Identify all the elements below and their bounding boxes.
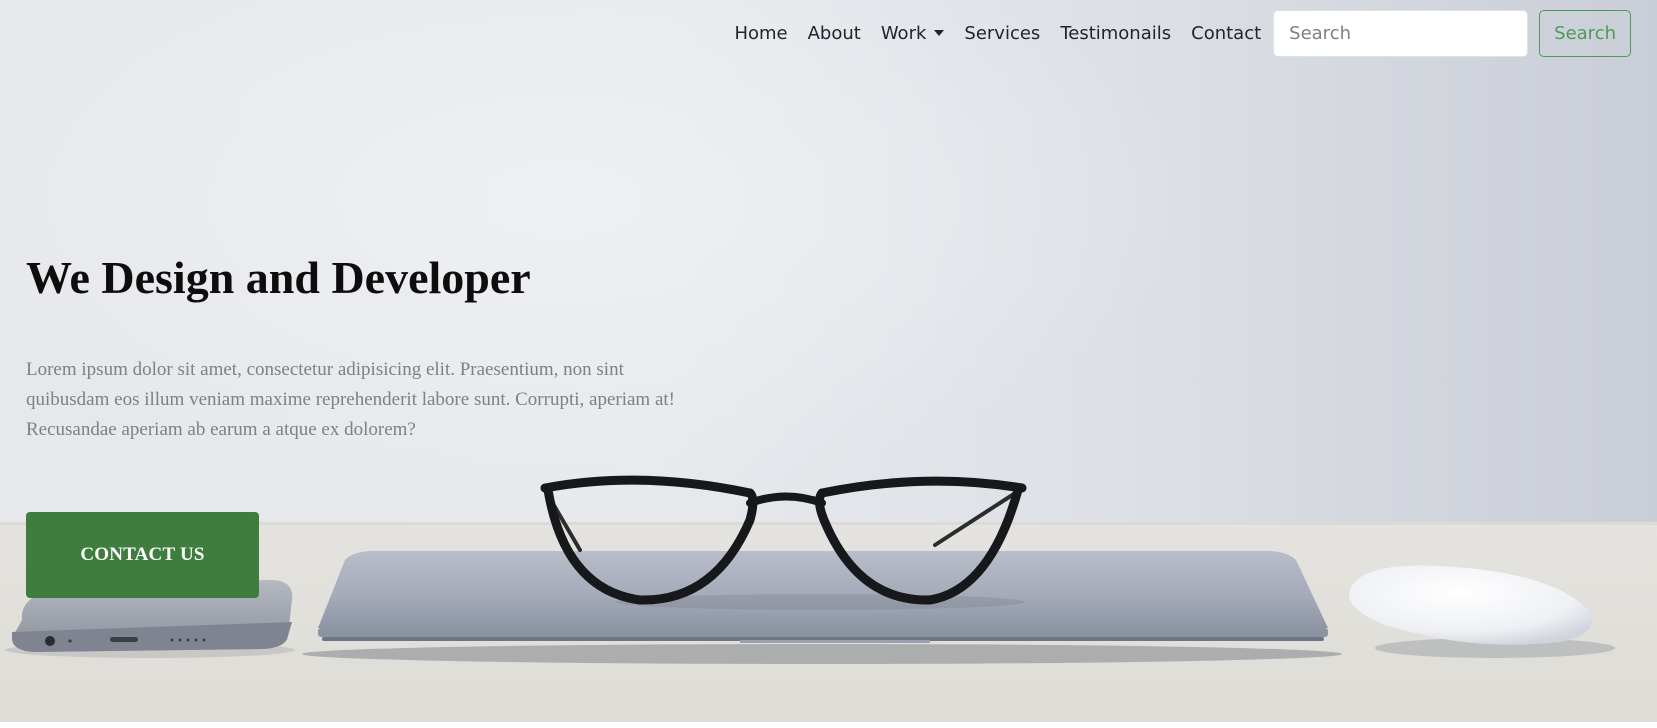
nav-link-testimonials[interactable]: Testimonails — [1050, 10, 1181, 57]
nav-link-work-label: Work — [880, 23, 927, 44]
nav-link-home[interactable]: Home — [724, 10, 797, 57]
contact-us-button[interactable]: CONTACT US — [26, 512, 259, 598]
search-button[interactable]: Search — [1539, 10, 1631, 57]
nav-dropdown-work[interactable]: Work — [871, 10, 955, 57]
page-bottom-edge — [0, 722, 1657, 728]
hero-section: Home About Work Services Testimonails Co… — [0, 0, 1657, 722]
search-input[interactable] — [1273, 10, 1529, 57]
hero-title: We Design and Developer — [26, 252, 531, 303]
main-navbar: Home About Work Services Testimonails Co… — [724, 10, 1631, 57]
nav-link-contact[interactable]: Contact — [1181, 10, 1271, 57]
chevron-down-icon — [934, 30, 945, 36]
nav-link-about[interactable]: About — [798, 10, 871, 57]
hero-description: Lorem ipsum dolor sit amet, consectetur … — [26, 359, 675, 440]
nav-link-services[interactable]: Services — [954, 10, 1050, 57]
